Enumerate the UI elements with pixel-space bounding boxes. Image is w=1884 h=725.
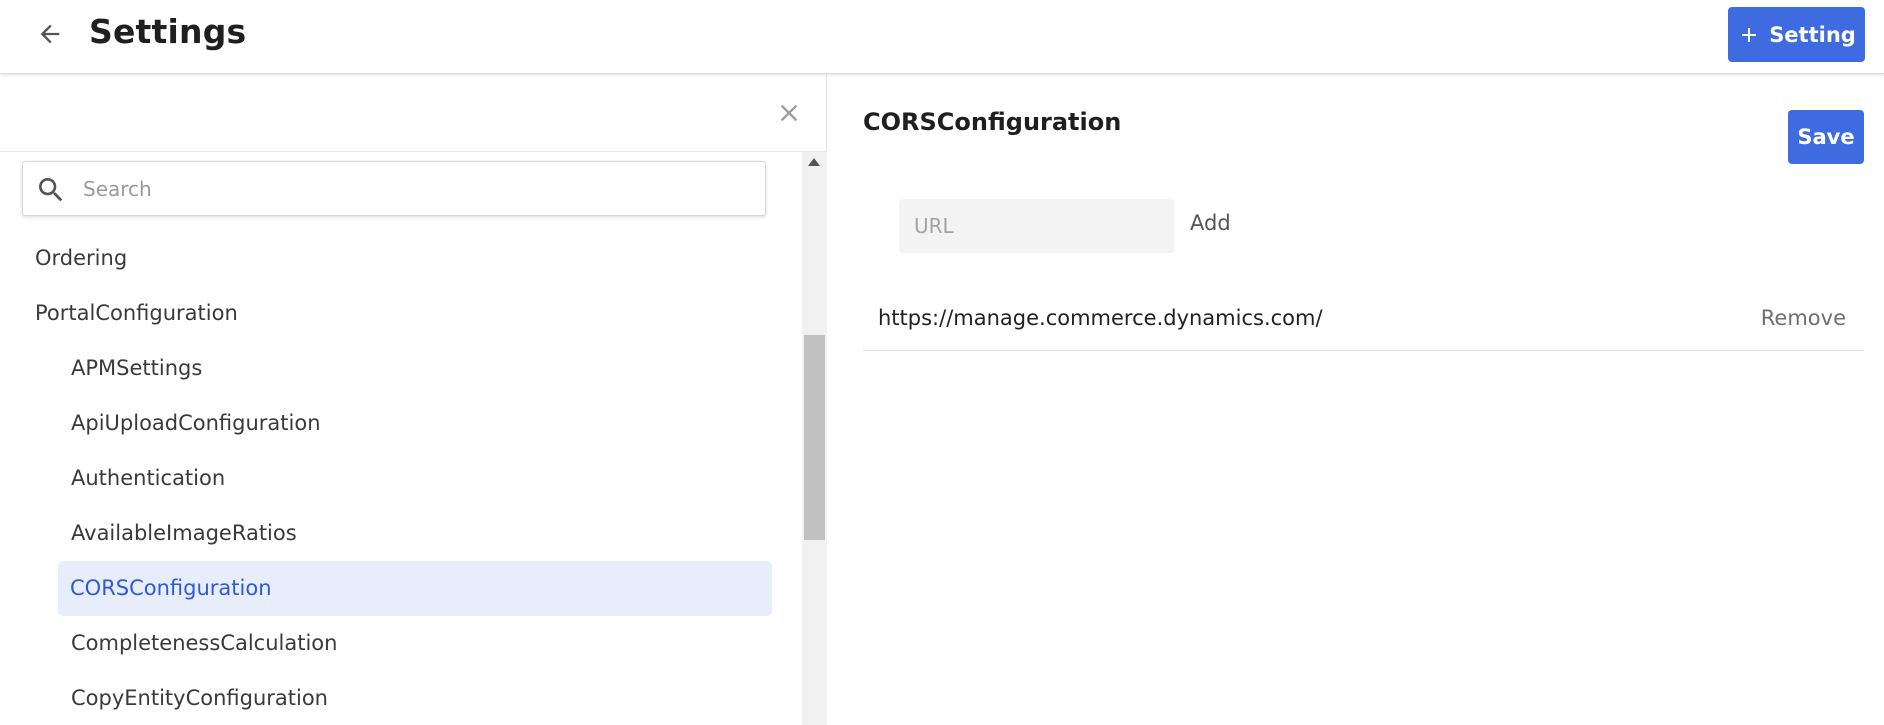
url-input[interactable]	[899, 199, 1174, 253]
tree-item-copyentityconfiguration[interactable]: CopyEntityConfiguration	[71, 671, 328, 725]
search-input[interactable]	[83, 168, 753, 210]
url-value: https://manage.commerce.dynamics.com/	[878, 306, 1323, 330]
tree-item-apiuploadconfiguration[interactable]: ApiUploadConfiguration	[71, 396, 321, 451]
remove-url-button[interactable]: Remove	[1761, 306, 1846, 330]
add-setting-label: Setting	[1769, 22, 1856, 47]
setting-title: CORSConfiguration	[863, 108, 1122, 136]
settings-tree: Ordering PortalConfiguration APMSettings…	[0, 152, 802, 725]
scrollbar-thumb[interactable]	[804, 335, 825, 540]
tree-item-corsconfiguration[interactable]: CORSConfiguration	[58, 561, 772, 616]
search-icon	[39, 178, 63, 202]
tree-scrollbar[interactable]	[802, 152, 827, 725]
arrow-left-icon	[40, 24, 60, 44]
plus-icon	[1742, 27, 1757, 42]
settings-tree-pane: Ordering PortalConfiguration APMSettings…	[0, 74, 827, 725]
tree-item-ordering[interactable]: Ordering	[35, 231, 127, 286]
back-button[interactable]	[30, 14, 70, 54]
tree-pane-toolbar	[0, 74, 827, 152]
close-icon	[780, 104, 798, 122]
save-button[interactable]: Save	[1788, 110, 1864, 164]
url-list-item: https://manage.commerce.dynamics.com/ Re…	[863, 292, 1864, 351]
add-setting-button[interactable]: Setting	[1728, 7, 1865, 62]
add-url-button[interactable]: Add	[1190, 211, 1231, 235]
page-title: Settings	[89, 12, 247, 51]
app-header: Settings Setting	[0, 0, 1884, 74]
scroll-up-arrow-icon[interactable]	[808, 158, 820, 166]
setting-detail-pane: CORSConfiguration Save Add https://manag…	[828, 74, 1884, 725]
search-box	[22, 161, 766, 216]
tree-item-apmsettings[interactable]: APMSettings	[71, 341, 202, 396]
tree-item-portalconfiguration[interactable]: PortalConfiguration	[35, 286, 238, 341]
tree-item-availableimageratios[interactable]: AvailableImageRatios	[71, 506, 297, 561]
close-button[interactable]	[772, 96, 806, 130]
tree-item-completenesscalculation[interactable]: CompletenessCalculation	[71, 616, 337, 671]
tree-item-authentication[interactable]: Authentication	[71, 451, 225, 506]
